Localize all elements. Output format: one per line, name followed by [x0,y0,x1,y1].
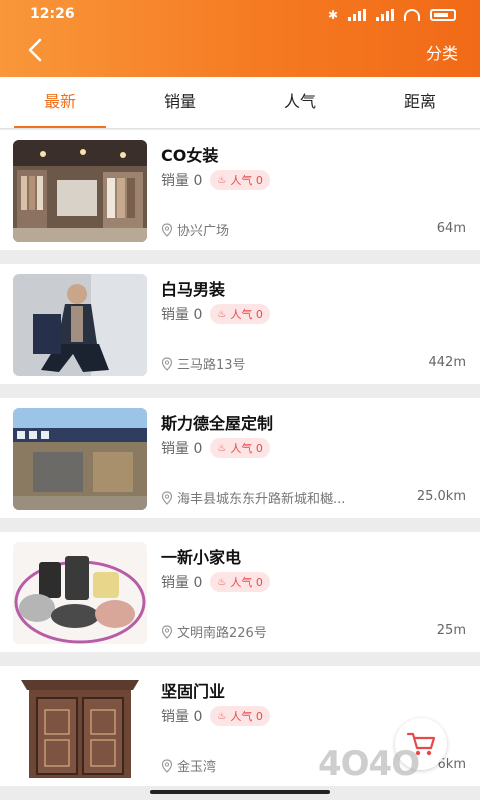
store-image [13,274,147,376]
popularity-badge: ♨ 人气 0 [210,572,270,592]
popularity-count: 人气 0 [230,308,263,321]
sort-tabs: 最新 销量 人气 距离 [0,77,480,129]
store-name: 一新小家电 [161,548,242,567]
bluetooth-icon: ✱ [327,8,338,22]
signal-icon [348,9,366,21]
store-address: 协兴广场 [161,220,401,239]
category-button[interactable]: 分类 [426,40,458,64]
location-pin-icon [161,490,173,505]
address-text: 文明南路226号 [177,626,267,641]
address-text: 三马路13号 [177,358,246,373]
store-name: CO女装 [161,146,219,165]
home-indicator [150,790,330,794]
store-distance: 442m [428,355,466,370]
popularity-badge: ♨ 人气 0 [210,706,270,726]
tab-sales[interactable]: 销量 [120,77,240,128]
location-pin-icon [161,222,173,237]
address-text: 金玉湾 [177,760,217,775]
popularity-badge: ♨ 人气 0 [210,304,270,324]
store-address: 海丰县城东东升路新城和樾... [161,488,401,507]
app-header: 12:26 ✱ 分类 [0,0,480,77]
store-image [13,408,147,510]
flame-icon: ♨ [217,576,227,588]
sales-count: 销量 0 [161,173,203,189]
store-image [13,676,147,778]
store-image [13,140,147,242]
popularity-count: 人气 0 [230,710,263,723]
store-distance: 64m [436,221,466,236]
flame-icon: ♨ [217,710,227,722]
store-meta: 销量 0 ♨ 人气 0 [161,706,270,726]
popularity-count: 人气 0 [230,174,263,187]
popularity-badge: ♨ 人气 0 [210,438,270,458]
store-meta: 销量 0 ♨ 人气 0 [161,572,270,592]
tab-latest[interactable]: 最新 [0,77,120,128]
back-button[interactable] [22,36,50,64]
status-bar: 12:26 ✱ [0,0,480,30]
store-distance: 25.0km [416,489,466,504]
store-name: 白马男装 [161,280,226,299]
wifi-icon [404,9,420,21]
location-pin-icon [161,356,173,371]
store-card[interactable]: 斯力德全屋定制 销量 0 ♨ 人气 0 海丰县城东东升路新城和樾... 25.0… [0,398,480,518]
store-card[interactable]: 一新小家电 销量 0 ♨ 人气 0 文明南路226号 25m [0,532,480,652]
popularity-count: 人气 0 [230,442,263,455]
store-address: 文明南路226号 [161,622,401,641]
popularity-count: 人气 0 [230,576,263,589]
store-meta: 销量 0 ♨ 人气 0 [161,304,270,324]
store-meta: 销量 0 ♨ 人气 0 [161,170,270,190]
location-pin-icon [161,758,173,773]
sales-count: 销量 0 [161,709,203,725]
store-meta: 销量 0 ♨ 人气 0 [161,438,270,458]
store-card[interactable]: CO女装 销量 0 ♨ 人气 0 协兴广场 64m [0,130,480,250]
flame-icon: ♨ [217,308,227,320]
store-distance: 25m [436,623,466,638]
status-time: 12:26 [30,6,75,22]
flame-icon: ♨ [217,442,227,454]
store-name: 斯力德全屋定制 [161,414,274,433]
sales-count: 销量 0 [161,575,203,591]
store-image [13,542,147,644]
battery-icon [430,9,456,21]
location-pin-icon [161,624,173,639]
watermark: 4O4O [318,744,420,784]
tab-distance[interactable]: 距离 [360,77,480,128]
address-text: 协兴广场 [177,224,230,239]
tab-popularity[interactable]: 人气 [240,77,360,128]
popularity-badge: ♨ 人气 0 [210,170,270,190]
signal-icon-2 [376,9,394,21]
address-text: 海丰县城东东升路新城和樾... [177,492,346,507]
chevron-left-icon [28,38,42,62]
store-card[interactable]: 白马男装 销量 0 ♨ 人气 0 三马路13号 442m [0,264,480,384]
status-icons: ✱ [328,8,456,22]
flame-icon: ♨ [217,174,227,186]
store-address: 三马路13号 [161,354,401,373]
store-name: 坚固门业 [161,682,226,701]
sales-count: 销量 0 [161,307,203,323]
sales-count: 销量 0 [161,441,203,457]
